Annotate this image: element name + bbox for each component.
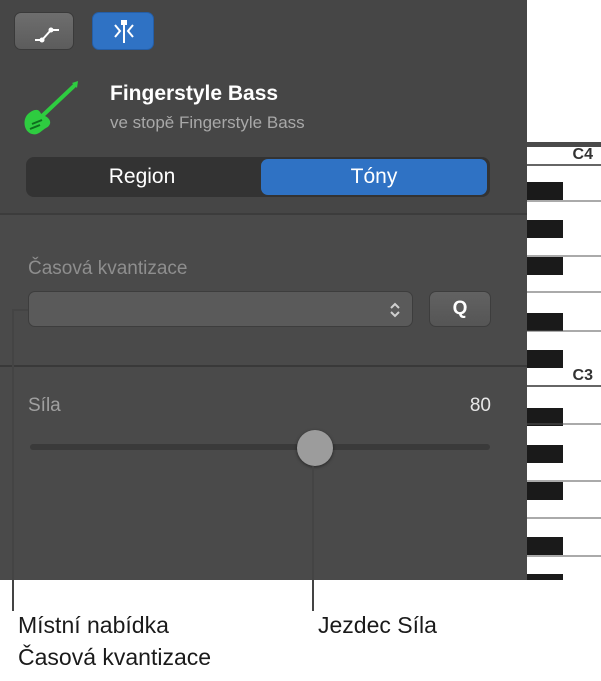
velocity-slider-track[interactable] <box>30 444 490 450</box>
piano-roll-button[interactable] <box>92 12 154 50</box>
quantize-popup-menu[interactable] <box>28 291 413 327</box>
piano-roll-icon <box>114 20 134 43</box>
quantize-label: Časová kvantizace <box>28 258 188 279</box>
automation-curve-icon <box>35 27 59 43</box>
keyboard-label-c4: C4 <box>573 146 594 163</box>
tab-tony[interactable]: Tóny <box>261 159 487 195</box>
quantize-button[interactable]: Q <box>429 291 491 327</box>
chevron-up-down-icon <box>390 302 400 318</box>
callout-quantize-menu: Místní nabídka Časová kvantizace <box>18 612 212 670</box>
piano-keyboard[interactable]: C4 C3 <box>527 142 601 580</box>
automation-button[interactable] <box>14 12 74 50</box>
velocity-slider-thumb[interactable] <box>297 430 333 466</box>
bass-guitar-icon <box>24 81 78 135</box>
velocity-value: 80 <box>469 395 491 416</box>
callout-line-quantize-horizontal <box>12 309 28 311</box>
inspector-panel: Fingerstyle Bass ve stopě Fingerstyle Ba… <box>0 0 527 580</box>
callout-line-velocity <box>312 466 314 611</box>
inspector-header: Fingerstyle Bass ve stopě Fingerstyle Ba… <box>0 0 527 214</box>
keyboard-label-c3: C3 <box>573 367 594 384</box>
tab-region[interactable]: Region <box>26 157 258 197</box>
track-subtitle: ve stopě Fingerstyle Bass <box>110 113 305 132</box>
section-divider <box>0 365 527 367</box>
header-divider <box>0 213 527 215</box>
callout-velocity-slider: Jezdec Síla <box>318 612 437 638</box>
tab-switcher: Region Tóny <box>26 157 490 197</box>
callout-line-quantize-vertical <box>12 309 14 611</box>
track-title: Fingerstyle Bass <box>110 82 279 105</box>
velocity-label: Síla <box>28 395 61 416</box>
